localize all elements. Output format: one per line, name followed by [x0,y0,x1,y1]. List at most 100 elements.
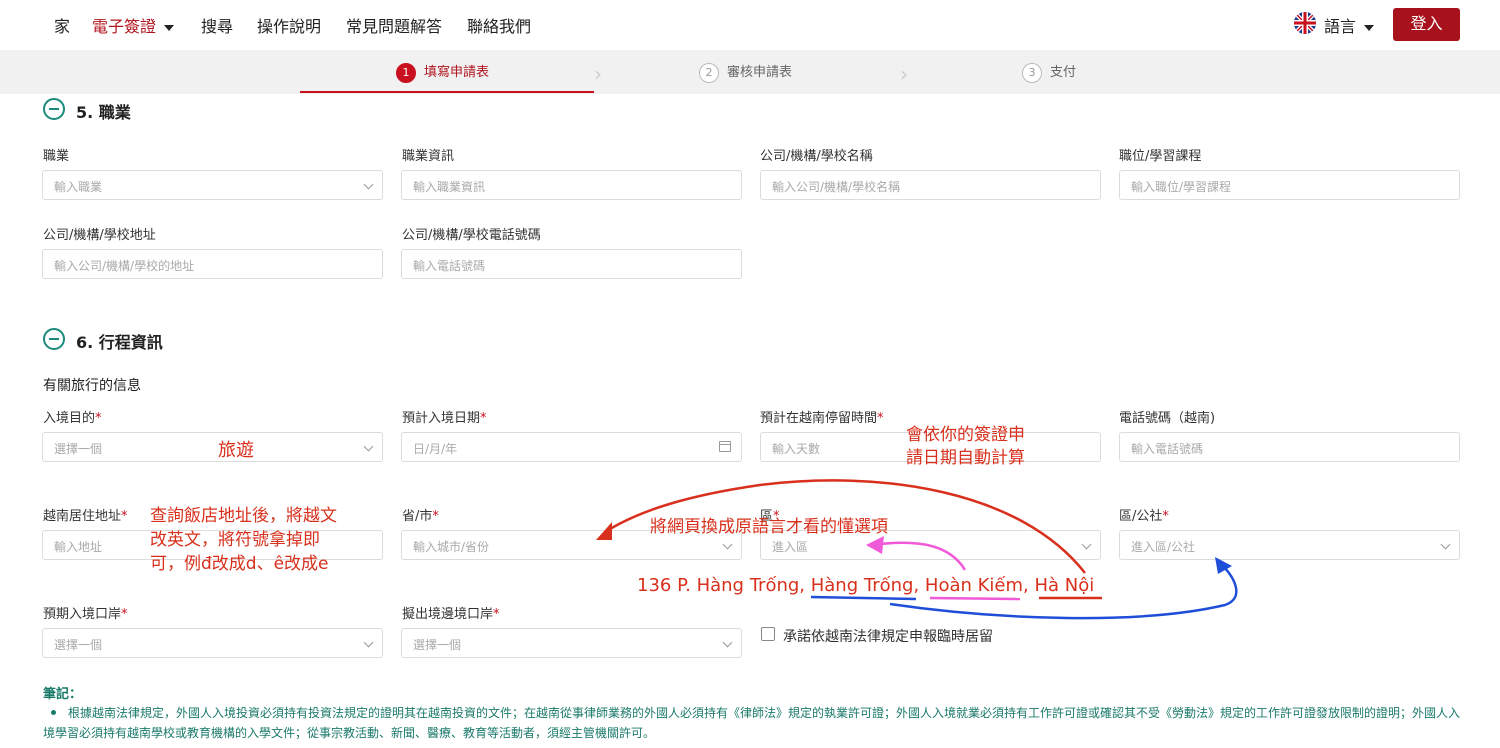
entry-purpose-placeholder: 選擇一個 [54,442,103,456]
company-name-input[interactable]: 輸入公司/機構/學校名稱 [760,170,1101,200]
entry-port-placeholder: 選擇一個 [54,638,103,652]
step-number: 2 [699,63,719,83]
annotation-address-3: 可，例đ改成d、ê改成e [150,554,329,574]
nav-contact[interactable]: 聯絡我們 [467,13,531,37]
position-input[interactable]: 輸入職位/學習課程 [1119,170,1460,200]
example-city: Hà Nội [1034,575,1095,596]
nav-evisa-label: 電子簽證 [92,17,157,36]
entry-date-input[interactable]: 日/月/年 [401,432,742,462]
occupation-info-label: 職業資訊 [402,149,455,164]
chevron-down-icon [722,637,733,648]
step-label: 審核申請表 [727,65,793,80]
uk-flag-icon[interactable] [1294,12,1316,34]
required-mark: * [95,411,102,426]
exit-port-label: 擬出境邊境口岸* [402,603,500,622]
nav-faq[interactable]: 常見問題解答 [346,13,442,37]
nav-search[interactable]: 搜尋 [201,13,233,37]
required-mark: * [493,607,500,622]
temp-residence-label: 承諾依越南法律規定申報臨時居留 [783,629,993,645]
company-name-placeholder: 輸入公司/機構/學校名稱 [772,180,901,194]
step-payment[interactable]: 3 支付 [1022,61,1076,83]
chevron-right-icon: › [900,62,908,86]
notes-text: 根據越南法律規定，外國人入境投資必須持有投資法規定的證明其在越南投資的文件；在越… [43,703,1463,743]
company-phone-label: 公司/機構/學校電話號碼 [402,228,541,243]
login-button[interactable]: 登入 [1393,8,1460,41]
notes-title: 筆記： [43,687,83,702]
chevron-down-icon [1081,539,1092,550]
entry-purpose-label-text: 入境目的 [43,411,96,426]
required-mark: * [432,509,439,524]
company-name-label: 公司/機構/學校名稱 [760,149,873,164]
chevron-down-icon [1364,24,1375,31]
chevron-down-icon [363,637,374,648]
entry-date-label: 預計入境日期* [402,407,487,426]
province-label: 省/市* [402,505,439,524]
company-address-placeholder: 輸入公司/機構/學校的地址 [54,259,195,273]
ward-select[interactable]: 進入區/公社 [1119,530,1460,560]
exit-port-select[interactable]: 選擇一個 [401,628,742,658]
language-label: 語言 [1324,17,1357,36]
province-placeholder: 輸入城市/省份 [413,540,490,554]
ward-placeholder: 進入區/公社 [1131,540,1196,554]
step-number: 1 [396,63,416,83]
step-review-form[interactable]: 2 審核申請表 [699,61,792,83]
stay-duration-label: 預計在越南停留時間* [760,407,884,426]
vn-phone-label: 電話號碼（越南) [1119,411,1216,426]
example-ward: Hàng Trống [810,575,914,596]
example-sep-1: , [913,575,925,596]
occupation-placeholder: 輸入職業 [54,180,103,194]
district-placeholder: 進入區 [772,540,809,554]
entry-port-label-text: 預期入境口岸 [43,607,122,622]
entry-purpose-select[interactable]: 選擇一個 [42,432,383,462]
language-selector[interactable]: 語言 [1324,13,1375,37]
position-placeholder: 輸入職位/學習課程 [1131,180,1232,194]
entry-purpose-label: 入境目的* [43,407,102,426]
vn-address-placeholder: 輸入地址 [54,540,103,554]
annotation-address-2: 改英文，將符號拿掉即 [150,530,320,550]
section-5-title: 5. 職業 [76,103,131,122]
entry-date-placeholder: 日/月/年 [413,442,458,456]
section-6-title: 6. 行程資訊 [76,333,163,352]
nav-home[interactable]: 家 [54,13,70,37]
temp-residence-checkbox[interactable] [761,627,775,641]
entry-port-select[interactable]: 選擇一個 [42,628,383,658]
chevron-down-icon [363,179,374,190]
step-number: 3 [1022,63,1042,83]
annotation-auto-calc-1: 會依你的簽證申 [906,425,1025,445]
chevron-down-icon [722,539,733,550]
chevron-down-icon [363,441,374,452]
vn-phone-placeholder: 輸入電話號碼 [1131,442,1204,456]
ward-label-text: 區/公社 [1119,509,1163,524]
occupation-select[interactable]: 輸入職業 [42,170,383,200]
entry-date-label-text: 預計入境日期 [402,411,481,426]
company-address-input[interactable]: 輸入公司/機構/學校的地址 [42,249,383,279]
province-label-text: 省/市 [402,509,433,524]
stay-duration-label-text: 預計在越南停留時間 [760,411,878,426]
nav-evisa[interactable]: 電子簽證 [92,13,175,37]
annotation-switch-language: 將網頁換成原語言才看的懂選項 [650,517,888,537]
vn-address-label-text: 越南居住地址 [43,509,122,524]
vn-phone-input[interactable]: 輸入電話號碼 [1119,432,1460,462]
annotation-address-1: 查詢飯店地址後，將越文 [150,506,337,526]
occupation-info-input[interactable]: 輸入職業資訊 [401,170,742,200]
company-phone-input[interactable]: 輸入電話號碼 [401,249,742,279]
required-mark: * [121,509,128,524]
stay-duration-placeholder: 輸入天數 [772,442,821,456]
position-label: 職位/學習課程 [1119,149,1202,164]
occupation-label: 職業 [43,149,70,164]
collapse-minus-icon[interactable] [43,328,65,350]
example-street: 136 P. Hàng Trống, [637,575,811,596]
calendar-icon[interactable] [719,441,731,452]
chevron-right-icon: › [594,62,602,86]
step-fill-form[interactable]: 1 填寫申請表 [396,61,489,83]
nav-guide[interactable]: 操作說明 [257,13,321,37]
exit-port-placeholder: 選擇一個 [413,638,462,652]
entry-port-label: 預期入境口岸* [43,603,128,622]
collapse-minus-icon[interactable] [43,98,65,120]
annotation-purpose: 旅遊 [218,440,254,461]
vn-address-label: 越南居住地址* [43,505,128,524]
annotation-auto-calc-2: 請日期自動計算 [906,448,1025,468]
chevron-down-icon [164,24,175,31]
travel-info-subtitle: 有關旅行的信息 [43,378,141,394]
occupation-info-placeholder: 輸入職業資訊 [413,180,486,194]
